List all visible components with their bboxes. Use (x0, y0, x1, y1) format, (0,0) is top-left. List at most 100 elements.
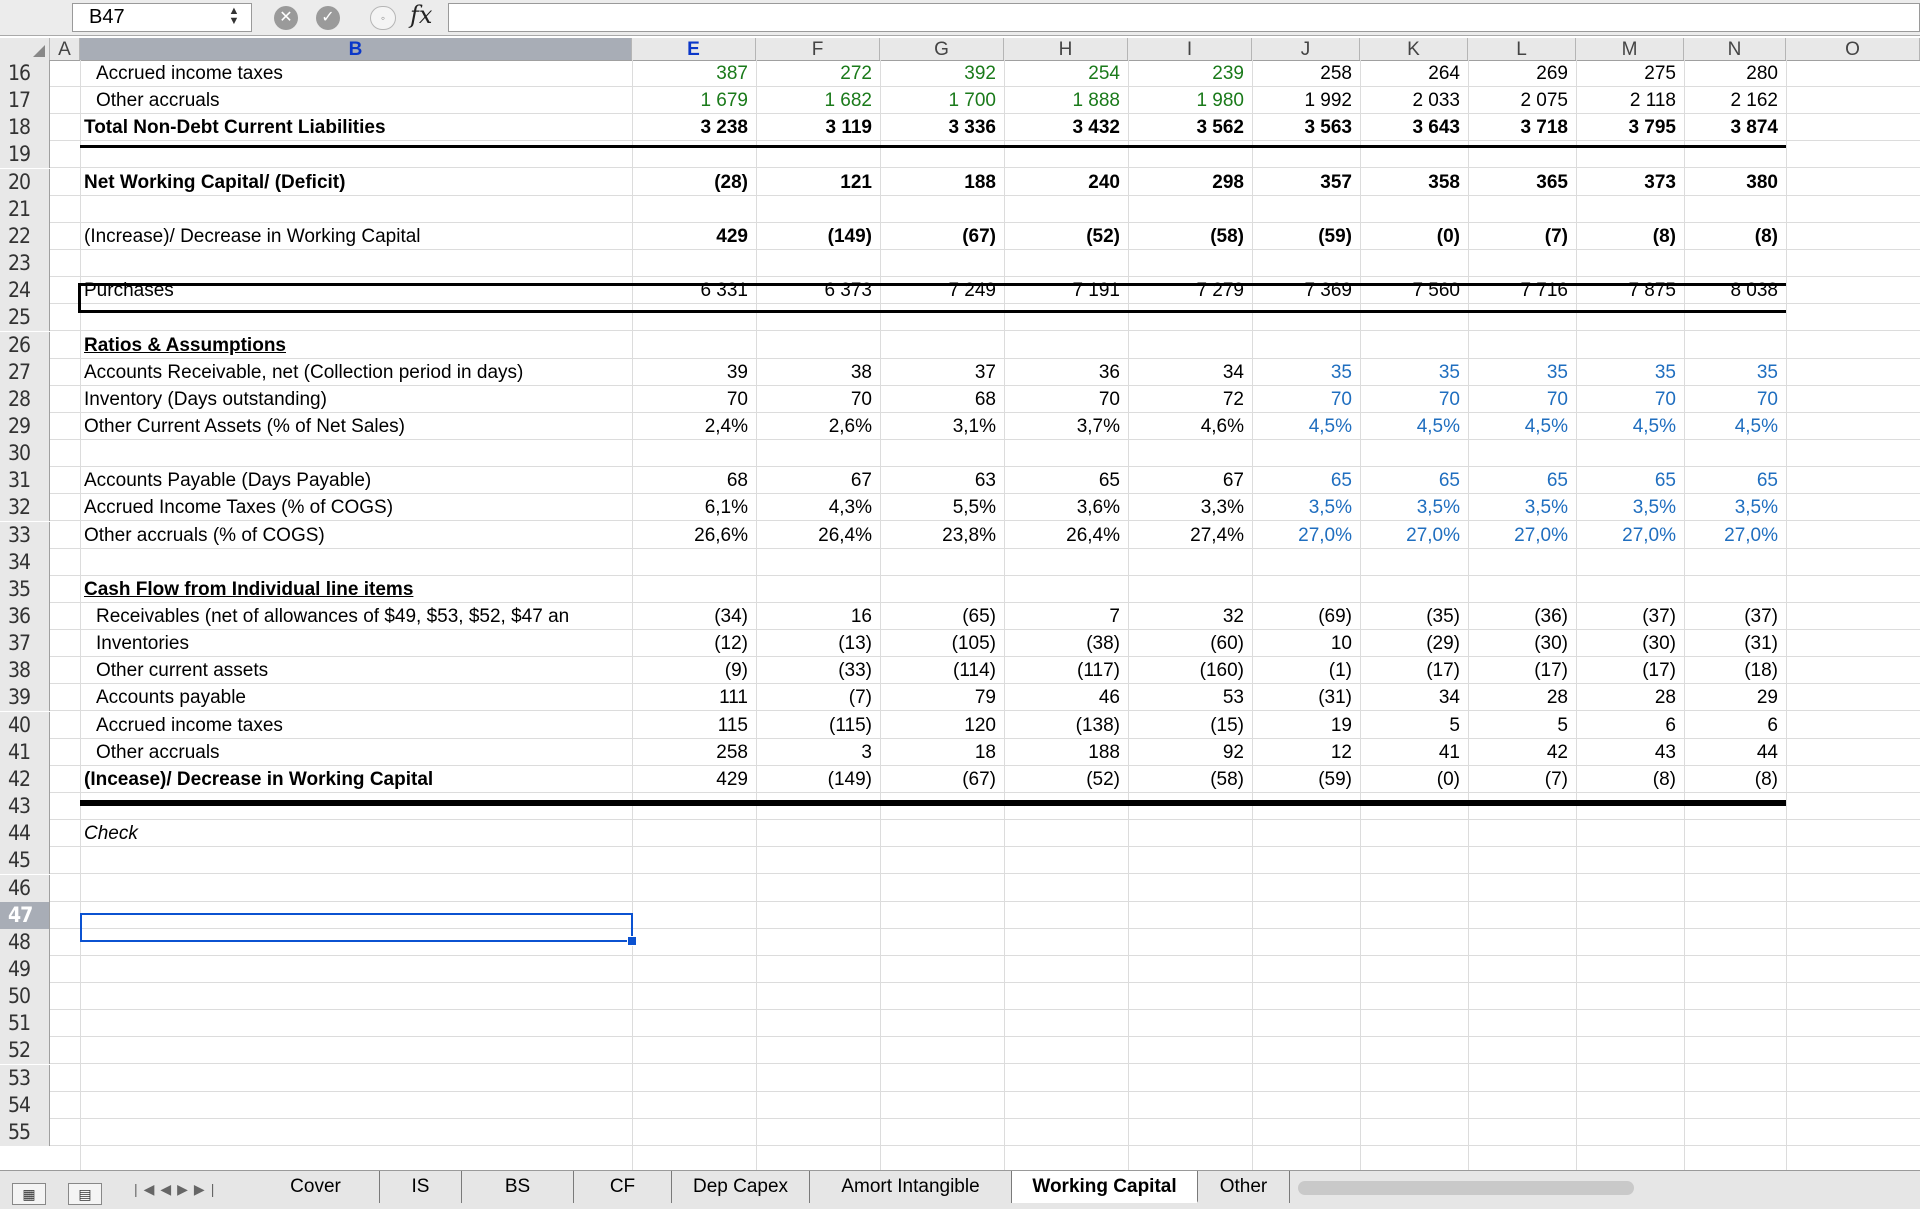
value-cell[interactable]: 65 (1360, 467, 1460, 493)
value-cell[interactable]: (7) (1468, 766, 1568, 792)
value-cell[interactable]: 34 (1128, 359, 1244, 385)
value-cell[interactable]: 34 (1360, 684, 1460, 710)
value-cell[interactable]: 6 373 (756, 277, 872, 303)
value-cell[interactable]: 42 (1468, 739, 1568, 765)
row-header[interactable]: 20 (0, 169, 50, 196)
value-cell[interactable]: 79 (880, 684, 996, 710)
value-cell[interactable]: 72 (1128, 386, 1244, 412)
value-cell[interactable]: 63 (880, 467, 996, 493)
value-cell[interactable]: 6 331 (632, 277, 748, 303)
sheet-tab-other[interactable]: Other (1198, 1171, 1290, 1203)
value-cell[interactable]: (35) (1360, 603, 1460, 629)
row-header[interactable]: 19 (0, 141, 50, 168)
value-cell[interactable]: (17) (1360, 657, 1460, 683)
value-cell[interactable]: 3,5% (1576, 494, 1676, 520)
value-cell[interactable]: (59) (1252, 766, 1352, 792)
row-label[interactable]: (Incease)/ Decrease in Working Capital (84, 766, 629, 792)
value-cell[interactable]: 26,6% (632, 522, 748, 548)
value-cell[interactable]: (28) (632, 169, 748, 195)
row-label[interactable]: Accrued income taxes (96, 712, 641, 738)
value-cell[interactable]: 1 700 (880, 87, 996, 113)
value-cell[interactable]: 70 (1004, 386, 1120, 412)
value-cell[interactable]: 4,6% (1128, 413, 1244, 439)
value-cell[interactable]: 43 (1576, 739, 1676, 765)
row-header[interactable]: 16 (0, 60, 50, 87)
value-cell[interactable]: (7) (756, 684, 872, 710)
value-cell[interactable]: 7 875 (1576, 277, 1676, 303)
value-cell[interactable]: (34) (632, 603, 748, 629)
row-header[interactable]: 43 (0, 793, 50, 820)
value-cell[interactable]: 4,3% (756, 494, 872, 520)
row-header[interactable]: 24 (0, 277, 50, 304)
row-label[interactable]: Other current assets (96, 657, 641, 683)
row-label[interactable]: Total Non-Debt Current Liabilities (84, 114, 629, 140)
value-cell[interactable]: (58) (1128, 223, 1244, 249)
value-cell[interactable]: 7 (1004, 603, 1120, 629)
value-cell[interactable]: 35 (1468, 359, 1568, 385)
value-cell[interactable]: 358 (1360, 169, 1460, 195)
value-cell[interactable]: 18 (880, 739, 996, 765)
value-cell[interactable]: 4,5% (1468, 413, 1568, 439)
value-cell[interactable]: 1 888 (1004, 87, 1120, 113)
name-box-stepper-icon[interactable]: ▲ ▼ (225, 6, 243, 28)
column-header-f[interactable]: F (756, 38, 880, 60)
value-cell[interactable]: 272 (756, 60, 872, 86)
value-cell[interactable]: (105) (880, 630, 996, 656)
column-header-l[interactable]: L (1468, 38, 1576, 60)
page-layout-view-icon[interactable]: ▤ (68, 1183, 102, 1205)
value-cell[interactable]: (30) (1468, 630, 1568, 656)
row-header[interactable]: 38 (0, 657, 50, 684)
value-cell[interactable]: 3,7% (1004, 413, 1120, 439)
value-cell[interactable]: (8) (1684, 766, 1778, 792)
row-header[interactable]: 23 (0, 250, 50, 277)
sheet-tab-dep-capex[interactable]: Dep Capex (672, 1171, 810, 1203)
value-cell[interactable]: 365 (1468, 169, 1568, 195)
row-header[interactable]: 41 (0, 739, 50, 766)
row-header[interactable]: 18 (0, 114, 50, 141)
value-cell[interactable]: 1 992 (1252, 87, 1352, 113)
row-label[interactable]: Accounts Payable (Days Payable) (84, 467, 629, 493)
row-label[interactable]: Ratios & Assumptions (84, 332, 629, 358)
value-cell[interactable]: 27,0% (1360, 522, 1460, 548)
value-cell[interactable]: 67 (1128, 467, 1244, 493)
value-cell[interactable]: 3,5% (1684, 494, 1778, 520)
row-header[interactable]: 55 (0, 1119, 50, 1146)
value-cell[interactable]: 3,5% (1468, 494, 1568, 520)
value-cell[interactable]: (38) (1004, 630, 1120, 656)
value-cell[interactable]: 429 (632, 223, 748, 249)
value-cell[interactable]: (138) (1004, 712, 1120, 738)
column-header-a[interactable]: A (50, 38, 80, 60)
value-cell[interactable]: (59) (1252, 223, 1352, 249)
value-cell[interactable]: 3,3% (1128, 494, 1244, 520)
value-cell[interactable]: 7 249 (880, 277, 996, 303)
row-label[interactable]: Net Working Capital/ (Deficit) (84, 169, 629, 195)
value-cell[interactable]: 3 563 (1252, 114, 1352, 140)
value-cell[interactable]: 264 (1360, 60, 1460, 86)
value-cell[interactable]: (17) (1468, 657, 1568, 683)
row-label[interactable]: Check (84, 820, 629, 846)
column-header-o[interactable]: O (1786, 38, 1920, 60)
value-cell[interactable]: (31) (1684, 630, 1778, 656)
value-cell[interactable]: 5 (1468, 712, 1568, 738)
value-cell[interactable]: 298 (1128, 169, 1244, 195)
value-cell[interactable]: 29 (1684, 684, 1778, 710)
value-cell[interactable]: 188 (880, 169, 996, 195)
value-cell[interactable]: 3 562 (1128, 114, 1244, 140)
value-cell[interactable]: 41 (1360, 739, 1460, 765)
value-cell[interactable]: 2,6% (756, 413, 872, 439)
value-cell[interactable]: (149) (756, 766, 872, 792)
row-header[interactable]: 53 (0, 1065, 50, 1092)
value-cell[interactable]: 188 (1004, 739, 1120, 765)
row-header[interactable]: 17 (0, 87, 50, 114)
value-cell[interactable]: 380 (1684, 169, 1778, 195)
confirm-check-icon[interactable]: ✓ (316, 6, 340, 30)
column-header-e[interactable]: E (632, 38, 756, 60)
value-cell[interactable]: 387 (632, 60, 748, 86)
value-cell[interactable]: (8) (1684, 223, 1778, 249)
value-cell[interactable]: 1 679 (632, 87, 748, 113)
row-label[interactable]: Receivables (net of allowances of $49, $… (96, 603, 641, 629)
value-cell[interactable]: (9) (632, 657, 748, 683)
value-cell[interactable]: 392 (880, 60, 996, 86)
row-header[interactable]: 48 (0, 929, 50, 956)
normal-view-icon[interactable]: ▦ (12, 1183, 46, 1205)
